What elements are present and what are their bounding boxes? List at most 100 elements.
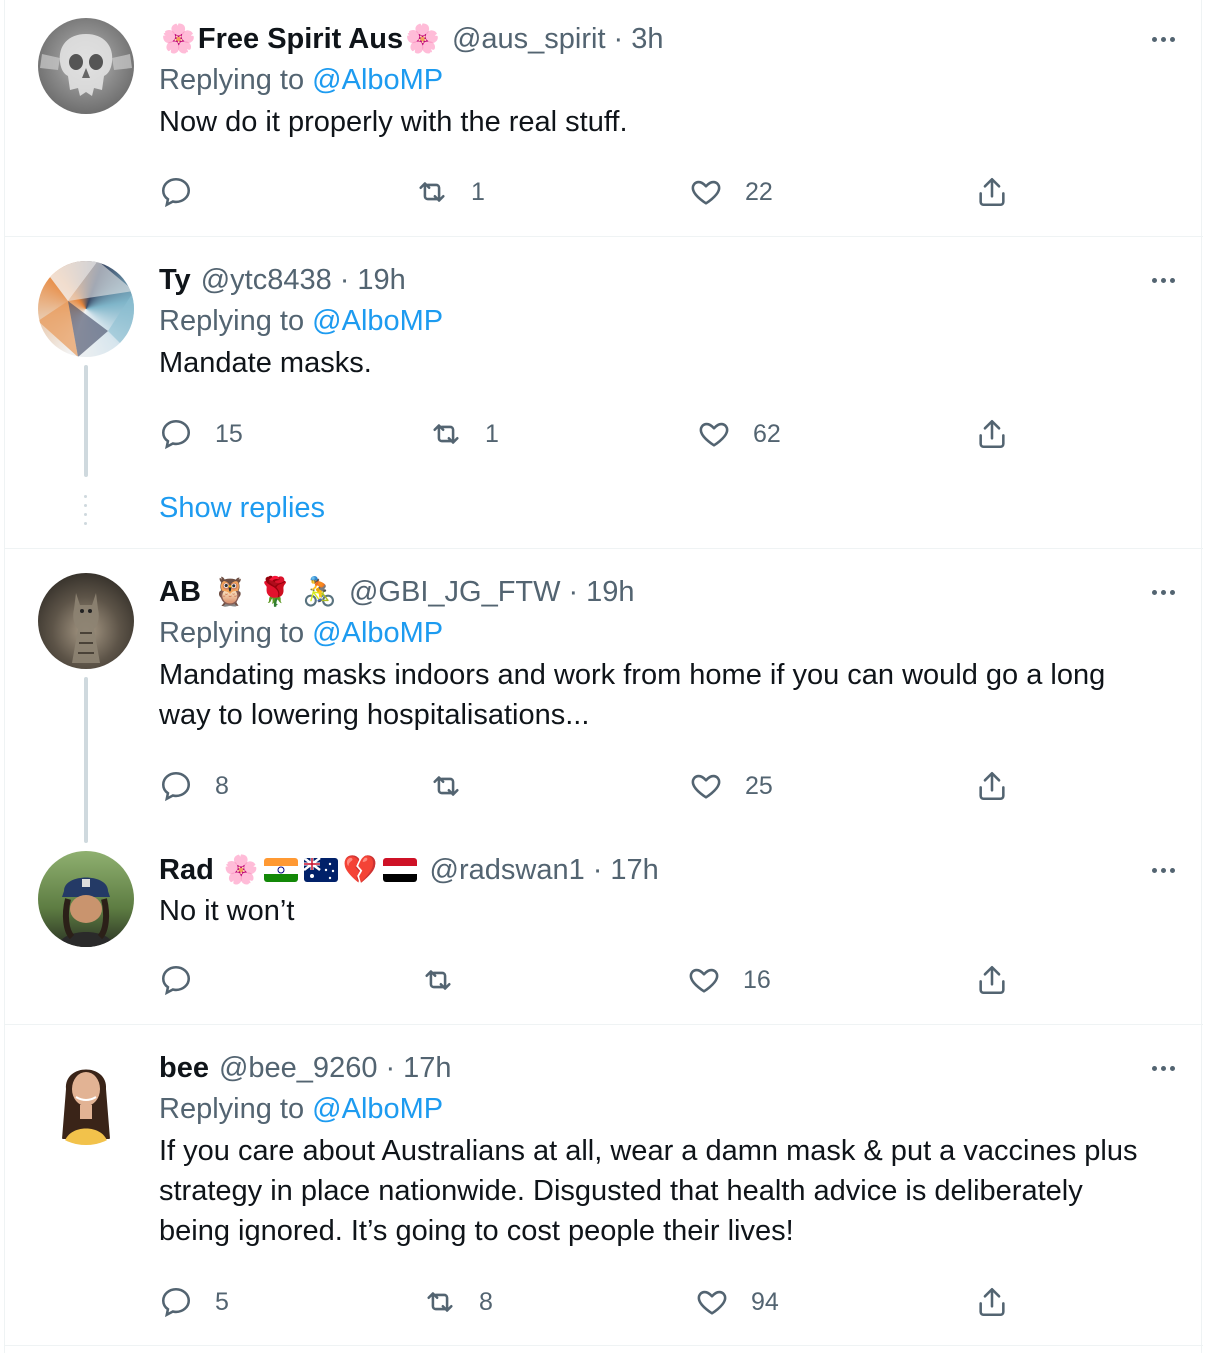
share-button[interactable] — [975, 958, 1009, 1002]
user-handle[interactable]: @bee_9260 — [219, 1052, 377, 1085]
reply-button[interactable] — [159, 170, 215, 214]
like-button[interactable]: 16 — [687, 958, 771, 1002]
display-name[interactable]: AB 🦉 🌹 🚴 — [159, 576, 339, 609]
tweet-header: bee @bee_9260 · 17h — [159, 1049, 1173, 1087]
owl-rose-cyclist-emoji: 🦉 🌹 🚴 — [212, 575, 337, 608]
retweet-icon — [419, 182, 445, 202]
user-handle[interactable]: @radswan1 — [430, 854, 585, 887]
replying-to-link[interactable]: @AlboMP — [312, 305, 443, 337]
user-handle[interactable]: @aus_spirit — [452, 23, 606, 56]
tweet-bee[interactable]: bee @bee_9260 · 17h Replying to @AlboMP … — [5, 1025, 1203, 1345]
avatar[interactable] — [38, 851, 134, 947]
tweet-rad[interactable]: Rad 🌸 💔 @radswan1 · 17h No it won’t 16 — [5, 829, 1203, 1024]
retweet-icon — [433, 424, 459, 444]
woman-avatar-image — [62, 1069, 110, 1145]
like-button[interactable]: 62 — [697, 412, 781, 456]
reply-icon — [161, 965, 191, 996]
retweet-button[interactable]: 1 — [415, 170, 485, 214]
replying-to: Replying to @AlboMP — [159, 58, 1173, 102]
more-options-button[interactable] — [1145, 20, 1181, 58]
share-button[interactable] — [975, 412, 1009, 456]
replying-to-link[interactable]: @AlboMP — [312, 617, 443, 649]
avatar[interactable] — [38, 1049, 134, 1145]
display-name[interactable]: bee — [159, 1052, 209, 1085]
separator-dot: · — [613, 22, 624, 55]
like-count: 62 — [753, 419, 781, 448]
timestamp[interactable]: 19h — [357, 264, 405, 297]
reply-count: 5 — [215, 1287, 229, 1316]
timestamp[interactable]: 17h — [403, 1052, 451, 1085]
broken-heart-emoji: 💔 — [342, 853, 378, 886]
display-name[interactable]: Ty — [159, 264, 191, 297]
retweet-icon — [433, 776, 459, 796]
india-flag-icon — [263, 858, 298, 882]
tweet-ty[interactable]: Ty @ytc8438 · 19h Replying to @AlboMP Ma… — [5, 237, 1203, 548]
user-handle[interactable]: @GBI_JG_FTW — [349, 576, 561, 609]
more-options-button[interactable] — [1145, 261, 1181, 299]
tweet-text: Now do it properly with the real stuff. — [159, 106, 628, 138]
timestamp[interactable]: 17h — [610, 854, 658, 887]
replying-to: Replying to @AlboMP — [159, 611, 1173, 655]
share-button[interactable] — [975, 1280, 1009, 1324]
more-options-button[interactable] — [1145, 851, 1181, 889]
skull-avatar-image — [40, 34, 132, 96]
share-button[interactable] — [975, 170, 1009, 214]
retweet-button[interactable]: 8 — [423, 1280, 493, 1324]
more-options-button[interactable] — [1145, 1049, 1181, 1087]
yemen-flag-icon — [382, 858, 417, 882]
share-icon — [979, 771, 1005, 801]
avatar[interactable] — [38, 261, 134, 357]
retweet-icon — [425, 970, 451, 990]
timestamp[interactable]: 19h — [586, 576, 634, 609]
tweet-text-line: way to lowering hospitalisations... — [159, 699, 590, 731]
like-button[interactable]: 94 — [695, 1280, 779, 1324]
thread-dots — [84, 495, 88, 531]
divider — [5, 1345, 1203, 1346]
polygon-avatar-image — [38, 261, 134, 357]
reply-button[interactable]: 15 — [159, 412, 243, 456]
replying-to-link[interactable]: @AlboMP — [312, 1093, 443, 1125]
replying-to: Replying to @AlboMP — [159, 299, 1173, 343]
cat-avatar-image — [72, 593, 100, 663]
retweet-button[interactable]: 1 — [429, 412, 499, 456]
display-name[interactable]: 🌸 Free Spirit Aus 🌸 — [159, 23, 442, 56]
user-handle[interactable]: @ytc8438 — [201, 264, 332, 297]
reply-icon — [161, 1287, 191, 1318]
avatar[interactable] — [38, 18, 134, 114]
like-count: 22 — [745, 177, 773, 206]
replying-to: Replying to @AlboMP — [159, 1087, 1173, 1131]
tweet-ab[interactable]: AB 🦉 🌹 🚴 @GBI_JG_FTW · 19h Replying to @… — [5, 549, 1203, 843]
like-count: 94 — [751, 1287, 779, 1316]
replies-feed: 🌸 Free Spirit Aus 🌸 @aus_spirit · 3h Rep… — [4, 0, 1203, 1353]
show-replies-link[interactable]: Show replies — [159, 492, 325, 525]
retweet-count: 8 — [479, 1287, 493, 1316]
heart-icon — [697, 1290, 727, 1315]
share-button[interactable] — [975, 764, 1009, 808]
reply-button[interactable] — [159, 958, 215, 1002]
display-name[interactable]: Rad 🌸 💔 — [159, 854, 420, 887]
separator-dot: · — [592, 853, 603, 886]
like-button[interactable]: 25 — [689, 764, 773, 808]
timestamp[interactable]: 3h — [631, 23, 663, 56]
tweet-actions: 1 22 — [159, 170, 1019, 214]
separator-dot: · — [568, 575, 579, 608]
replying-to-link[interactable]: @AlboMP — [312, 64, 443, 96]
thread-line — [84, 677, 88, 843]
tweet-free-spirit[interactable]: 🌸 Free Spirit Aus 🌸 @aus_spirit · 3h Rep… — [5, 0, 1203, 236]
heart-icon — [689, 968, 719, 993]
display-name-text: Free Spirit Aus — [197, 22, 404, 55]
display-name-text: Rad — [159, 853, 214, 886]
heart-icon — [691, 774, 721, 799]
heart-icon — [691, 180, 721, 205]
thread-line — [84, 365, 88, 477]
share-icon — [979, 965, 1005, 995]
reply-button[interactable]: 8 — [159, 764, 229, 808]
like-button[interactable]: 22 — [689, 170, 773, 214]
reply-button[interactable]: 5 — [159, 1280, 229, 1324]
retweet-button[interactable] — [429, 764, 485, 808]
retweet-button[interactable] — [421, 958, 477, 1002]
avatar[interactable] — [38, 573, 134, 669]
more-options-button[interactable] — [1145, 573, 1181, 611]
cherry-blossom-emoji: 🌸 — [405, 22, 440, 55]
share-icon — [979, 419, 1005, 449]
